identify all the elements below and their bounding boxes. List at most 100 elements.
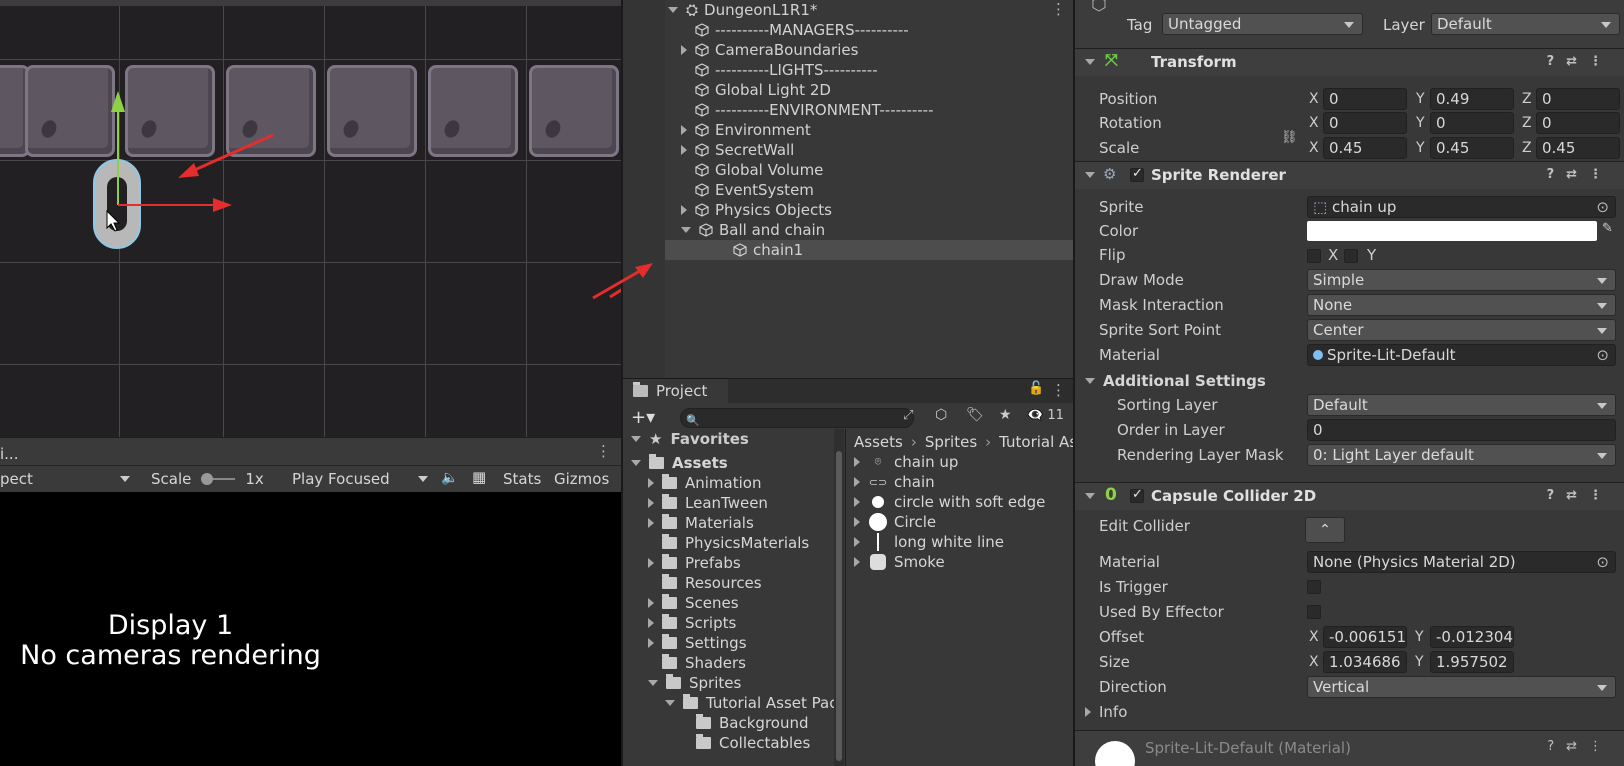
folder-item[interactable]: Prefabs	[648, 553, 741, 573]
slider-thumb[interactable]	[201, 473, 214, 485]
capsule-collider-header[interactable]: 0 Capsule Collider 2D ?⇄⋮	[1075, 482, 1624, 510]
assets-root-item[interactable]: Assets	[631, 453, 728, 473]
asset-item[interactable]: Smoke	[854, 552, 945, 572]
sprite-sort-point-dropdown[interactable]: Center	[1307, 319, 1616, 341]
edit-collider-button[interactable]: ⌃	[1305, 517, 1345, 543]
scale-y-field[interactable]: 0.45	[1430, 137, 1514, 159]
folder-item[interactable]: Settings	[648, 633, 747, 653]
rotation-z-field[interactable]: 0	[1536, 112, 1620, 134]
folder-item[interactable]: Materials	[648, 513, 754, 533]
enabled-checkbox[interactable]	[1130, 487, 1144, 503]
chevron-right-icon[interactable]	[854, 457, 860, 467]
hierarchy-item[interactable]: EventSystem	[623, 180, 1075, 200]
layer-dropdown[interactable]: Default	[1431, 13, 1620, 35]
component-header-icons[interactable]: ?⇄⋮	[1547, 167, 1614, 182]
additional-settings-foldout[interactable]: Additional Settings	[1085, 371, 1266, 391]
rotation-x-field[interactable]: 0	[1323, 112, 1407, 134]
chevron-right-icon[interactable]	[681, 45, 687, 55]
scrollbar-thumb[interactable]	[836, 451, 842, 761]
enabled-checkbox[interactable]	[1130, 166, 1144, 182]
asset-item[interactable]: Circle	[854, 512, 936, 532]
material-field[interactable]: Sprite-Lit-Default ⊙	[1307, 344, 1616, 366]
grid-toggle-icon[interactable]: ▦	[472, 468, 486, 486]
eyedropper-icon[interactable]: ✎	[1602, 221, 1613, 236]
draw-mode-dropdown[interactable]: Simple	[1307, 269, 1616, 291]
object-picker-icon[interactable]: ⊙	[1596, 197, 1609, 217]
gizmos-button[interactable]: Gizmos	[554, 470, 609, 488]
hierarchy-item[interactable]: CameraBoundaries	[623, 40, 1075, 60]
hierarchy-item[interactable]: Global Volume	[623, 160, 1075, 180]
component-header-icons[interactable]: ?⇄⋮	[1547, 488, 1614, 503]
chevron-right-icon[interactable]	[854, 537, 860, 547]
component-header-icons[interactable]: ?⇄⋮	[1547, 739, 1614, 754]
scene-view[interactable]	[0, 0, 621, 437]
folder-item[interactable]: PhysicsMaterials	[648, 533, 809, 553]
scale-x-field[interactable]: 0.45	[1323, 137, 1407, 159]
rotation-y-field[interactable]: 0	[1430, 112, 1514, 134]
mask-interaction-dropdown[interactable]: None	[1307, 294, 1616, 316]
lock-icon[interactable]: 🔓	[1028, 381, 1044, 396]
breadcrumb-item[interactable]: Tutorial As	[999, 433, 1077, 451]
chevron-down-icon[interactable]	[648, 680, 658, 686]
chevron-right-icon[interactable]	[854, 557, 860, 567]
component-header-icons[interactable]: ?⇄⋮	[1547, 54, 1614, 69]
transform-header[interactable]: ⤧ Transform ?⇄⋮	[1075, 48, 1624, 76]
tag-dropdown[interactable]: Untagged	[1162, 13, 1363, 35]
stats-button[interactable]: Stats	[503, 470, 541, 488]
hierarchy-item[interactable]: chain1	[623, 240, 1075, 260]
chevron-right-icon[interactable]	[681, 125, 687, 135]
scale-z-field[interactable]: 0.45	[1536, 137, 1620, 159]
sprite-field[interactable]: ⬚ chain up ⊙	[1307, 196, 1616, 218]
favorite-star-icon[interactable]: ★	[999, 407, 1012, 423]
breadcrumb-item[interactable]: Assets	[854, 433, 903, 451]
project-tab[interactable]: Project	[623, 379, 728, 403]
direction-dropdown[interactable]: Vertical	[1307, 676, 1616, 698]
position-z-field[interactable]: 0	[1536, 88, 1620, 110]
game-tab[interactable]: i...	[0, 444, 18, 464]
create-plus-icon[interactable]: +▾	[631, 407, 655, 428]
speaker-icon[interactable]: 🔈	[441, 470, 458, 486]
folder-item[interactable]: Sprites	[648, 673, 741, 693]
folder-item[interactable]: Scenes	[648, 593, 739, 613]
play-focused-dropdown[interactable]: Play Focused	[292, 468, 432, 490]
object-picker-icon[interactable]: ⊙	[1596, 552, 1609, 572]
favorites-item[interactable]: ★ Favorites	[631, 429, 749, 449]
material-footer[interactable]: Sprite-Lit-Default (Material) ?⇄⋮	[1075, 730, 1624, 766]
sprite-renderer-header[interactable]: ⚙ Sprite Renderer ?⇄⋮	[1075, 161, 1624, 189]
asset-item[interactable]: circle with soft edge	[854, 492, 1045, 512]
hierarchy-item[interactable]: Physics Objects	[623, 200, 1075, 220]
chevron-right-icon[interactable]	[854, 477, 860, 487]
asset-item[interactable]: ⌾ chain up	[854, 452, 958, 472]
color-swatch[interactable]	[1307, 221, 1597, 241]
game-view[interactable]: Display 1 No cameras rendering	[0, 492, 621, 766]
chevron-down-icon[interactable]	[665, 700, 675, 706]
chevron-right-icon[interactable]	[648, 478, 654, 488]
folder-item[interactable]: Shaders	[648, 653, 746, 673]
chevron-down-icon[interactable]	[681, 227, 691, 233]
link-scale-icon[interactable]: ⛓	[1281, 130, 1298, 145]
hidden-packages-toggle[interactable]: 👁‍🗨 11	[1027, 408, 1064, 423]
chevron-right-icon[interactable]	[648, 558, 654, 568]
asset-item[interactable]: ⊂⊃ chain	[854, 472, 935, 492]
sorting-layer-dropdown[interactable]: Default	[1307, 394, 1616, 416]
more-menu-icon[interactable]: ⋮	[1051, 381, 1066, 399]
chevron-right-icon[interactable]	[648, 618, 654, 628]
asset-item[interactable]: long white line	[854, 532, 1004, 552]
flip-y-checkbox[interactable]	[1344, 249, 1358, 263]
scene-gizmos[interactable]	[0, 0, 621, 437]
info-foldout[interactable]: Info	[1085, 702, 1127, 722]
used-by-effector-checkbox[interactable]	[1307, 605, 1321, 619]
chevron-right-icon[interactable]	[854, 497, 860, 507]
folder-item[interactable]: Background	[682, 713, 809, 733]
size-x-field[interactable]: 1.034686	[1323, 651, 1407, 673]
folder-item[interactable]: Scripts	[648, 613, 736, 633]
physics-material-field[interactable]: None (Physics Material 2D) ⊙	[1307, 551, 1616, 573]
search-scope-icon[interactable]: ⤢	[903, 408, 913, 423]
chevron-right-icon[interactable]	[854, 517, 860, 527]
chevron-right-icon[interactable]	[681, 205, 687, 215]
object-picker-icon[interactable]: ⊙	[1596, 345, 1609, 365]
scale-slider[interactable]: Scale 1x	[151, 468, 264, 490]
hierarchy-item[interactable]: Global Light 2D	[623, 80, 1075, 100]
breadcrumb-item[interactable]: Sprites	[925, 433, 977, 451]
folder-item[interactable]: Resources	[648, 573, 762, 593]
